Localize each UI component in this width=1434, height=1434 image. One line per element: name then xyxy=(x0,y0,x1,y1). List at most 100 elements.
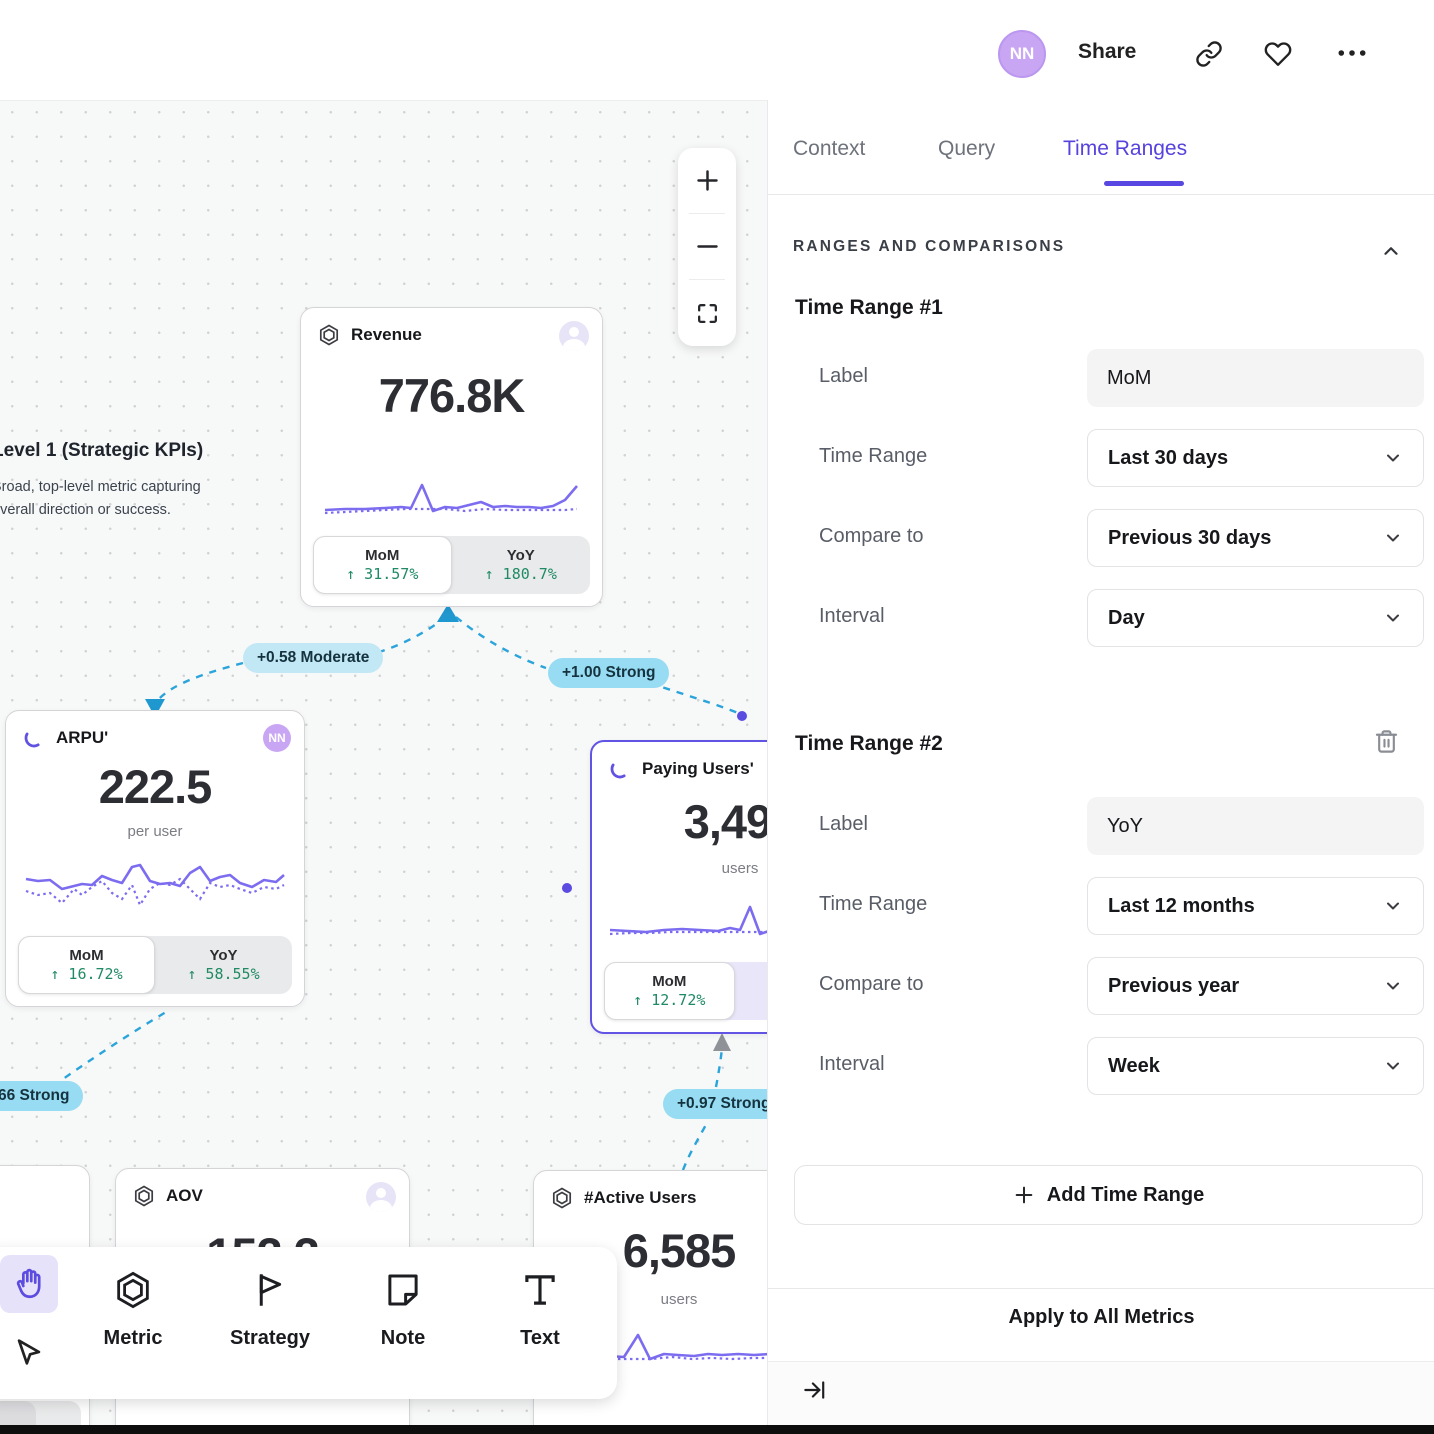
tool-note[interactable]: Note xyxy=(348,1269,458,1350)
time-range-2-title: Time Range #2 xyxy=(795,732,943,756)
interval-select[interactable]: Day xyxy=(1087,589,1424,647)
field-label: Compare to xyxy=(819,973,924,996)
metric-card-revenue[interactable]: Revenue 776.8K YoY ↑ 180.7% MoM ↑ 31.57% xyxy=(300,307,603,607)
chevron-down-icon xyxy=(1383,608,1403,628)
owner-avatar-icon[interactable] xyxy=(559,321,589,351)
connector-handle-dot xyxy=(737,711,747,721)
favorite-heart-icon[interactable] xyxy=(1264,40,1292,68)
fit-view-button[interactable] xyxy=(678,280,736,346)
tool-metric[interactable]: Metric xyxy=(78,1269,188,1350)
collapse-panel-icon[interactable] xyxy=(801,1377,827,1403)
plus-icon xyxy=(694,167,721,194)
select-value: Week xyxy=(1108,1055,1160,1078)
metric-unit: per user xyxy=(6,823,304,840)
select-value: Previous 30 days xyxy=(1108,527,1271,550)
time-range-select[interactable]: Last 12 months xyxy=(1087,877,1424,935)
hand-tool-button[interactable] xyxy=(0,1255,58,1313)
tab-mom[interactable]: MoM ↑ 16.72% xyxy=(18,936,155,994)
card-title: #Active Users xyxy=(584,1188,696,1208)
metric-unit: users xyxy=(592,860,767,877)
panel-footer xyxy=(768,1361,1434,1425)
tab-delta: ↑ 31.57% xyxy=(346,565,418,583)
metric-hexagon-icon xyxy=(112,1269,154,1311)
select-tool-button[interactable] xyxy=(4,1323,54,1381)
tab-delta: ↑ 12.72% xyxy=(633,991,705,1009)
metric-value: 222.5 xyxy=(6,759,304,814)
select-value: Day xyxy=(1108,607,1145,630)
metric-value: 3,495 xyxy=(592,794,767,849)
tab-mom[interactable]: MoM ↑ 12.72% xyxy=(604,962,735,1020)
field-label: Time Range xyxy=(819,445,927,468)
tab-label: MoM xyxy=(69,947,103,964)
tab-delta: ↑ 180.7% xyxy=(485,565,557,583)
interval-select[interactable]: Week xyxy=(1087,1037,1424,1095)
correlation-badge[interactable]: +0.58 Moderate xyxy=(243,643,383,673)
canvas-toolbar: Metric Strategy Note Text xyxy=(0,1247,617,1399)
settings-panel: Context Query Time Ranges RANGES AND COM… xyxy=(767,100,1434,1425)
metric-arc-icon xyxy=(22,726,46,750)
owner-avatar-nn[interactable]: NN xyxy=(263,724,291,752)
label-input[interactable]: YoY xyxy=(1087,797,1424,855)
flag-icon xyxy=(249,1269,291,1311)
compare-to-select[interactable]: Previous year xyxy=(1087,957,1424,1015)
cursor-icon xyxy=(12,1335,46,1369)
metric-value: 776.8K xyxy=(301,368,602,423)
metric-card-paying-users[interactable]: Paying Users' 3,495 users MoM ↑ 12.72% xyxy=(590,740,767,1034)
field-label: Compare to xyxy=(819,525,924,548)
tab-mom[interactable]: MoM ↑ 31.57% xyxy=(313,536,452,594)
tab-query[interactable]: Query xyxy=(938,137,995,161)
correlation-badge[interactable]: +0.66 Strong xyxy=(0,1081,83,1111)
fullscreen-icon xyxy=(695,301,720,326)
hand-icon xyxy=(12,1267,46,1301)
time-range-select[interactable]: Last 30 days xyxy=(1087,429,1424,487)
connector-handle-dot xyxy=(562,883,572,893)
add-time-range-label: Add Time Range xyxy=(1047,1184,1204,1207)
bottom-edge-bar xyxy=(0,1425,1434,1434)
tool-label: Strategy xyxy=(230,1327,310,1350)
add-time-range-button[interactable]: Add Time Range xyxy=(794,1165,1423,1225)
compare-to-select[interactable]: Previous 30 days xyxy=(1087,509,1424,567)
tab-label: YoY xyxy=(209,947,237,964)
field-label: Interval xyxy=(819,605,885,628)
field-label: Time Range xyxy=(819,893,927,916)
field-label: Label xyxy=(819,365,868,388)
more-options-icon[interactable] xyxy=(1337,48,1365,76)
metric-hexagon-icon xyxy=(550,1186,574,1210)
correlation-badge[interactable]: +0.97 Strong xyxy=(663,1089,767,1119)
text-icon xyxy=(519,1269,561,1311)
minus-icon xyxy=(694,233,721,260)
owner-avatar-icon[interactable] xyxy=(366,1182,396,1212)
chevron-down-icon xyxy=(1383,448,1403,468)
panel-divider xyxy=(768,194,1434,195)
tab-delta: ↑ 58.55% xyxy=(187,965,259,983)
card-title: AOV xyxy=(166,1186,203,1206)
tool-strategy[interactable]: Strategy xyxy=(215,1269,325,1350)
delete-time-range-trash-icon[interactable] xyxy=(1373,728,1400,755)
label-input-value: YoY xyxy=(1107,815,1143,838)
user-avatar[interactable]: NN xyxy=(998,30,1046,78)
sparkline xyxy=(323,473,581,519)
tab-yoy[interactable]: YoY ↑ 58.55% xyxy=(155,936,292,994)
metric-tree-canvas[interactable]: Level 1 (Strategic KPIs) Broad, top-leve… xyxy=(0,100,767,1425)
share-button[interactable]: Share xyxy=(1078,40,1136,64)
tab-context[interactable]: Context xyxy=(793,137,865,161)
top-header: NN Share xyxy=(0,0,1434,100)
app-window: NN Share xyxy=(0,0,1434,1434)
chevron-down-icon xyxy=(1383,1056,1403,1076)
card-title: Revenue xyxy=(351,325,422,345)
zoom-in-button[interactable] xyxy=(678,148,736,212)
label-input[interactable]: MoM xyxy=(1087,349,1424,407)
link-icon[interactable] xyxy=(1195,40,1223,68)
tab-yoy[interactable]: YoY ↑ 180.7% xyxy=(452,536,591,594)
tab-time-ranges[interactable]: Time Ranges xyxy=(1063,137,1187,161)
metric-arc-icon xyxy=(608,757,632,781)
tab-label: YoY xyxy=(507,547,535,564)
zoom-out-button[interactable] xyxy=(678,214,736,278)
metric-card-arpu[interactable]: ARPU' NN 222.5 per user YoY ↑ 58.55% MoM… xyxy=(5,710,305,1007)
tool-text[interactable]: Text xyxy=(485,1269,595,1350)
correlation-badge[interactable]: +1.00 Strong xyxy=(548,658,669,688)
label-input-value: MoM xyxy=(1107,367,1151,390)
apply-all-metrics-button[interactable]: Apply to All Metrics xyxy=(768,1306,1434,1329)
collapse-section-chevron-icon[interactable] xyxy=(1380,240,1402,262)
panel-divider xyxy=(768,1288,1434,1289)
